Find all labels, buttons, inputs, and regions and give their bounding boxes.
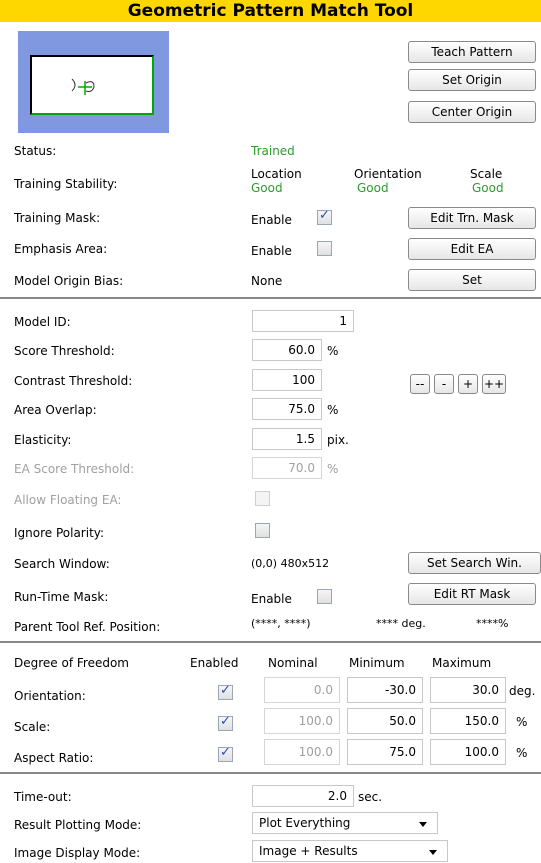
dof-nominal-input[interactable]: 100.0 — [264, 708, 340, 734]
orientation-label: Orientation — [354, 167, 422, 181]
ea-score-threshold-input[interactable]: 70.0 — [252, 457, 322, 479]
scale-value: Good — [472, 181, 504, 195]
image-display-mode-value: Image + Results — [259, 844, 358, 858]
dof-minimum-input[interactable]: 75.0 — [347, 739, 423, 765]
decrement-button[interactable]: - — [434, 374, 454, 394]
increment-large-button[interactable]: ++ — [482, 374, 506, 394]
dof-header: Degree of Freedom — [14, 656, 129, 670]
dof-maximum-input[interactable]: 150.0 — [430, 708, 506, 734]
training-mask-checkbox[interactable] — [317, 208, 332, 225]
dof-row-label: Aspect Ratio: — [14, 751, 94, 765]
ea-score-threshold-label: EA Score Threshold: — [14, 462, 135, 476]
image-display-mode-select[interactable]: Image + Results — [252, 840, 448, 862]
score-threshold-input[interactable]: 60.0 — [252, 339, 322, 361]
elasticity-label: Elasticity: — [14, 433, 72, 447]
set-origin-bias-button[interactable]: Set — [408, 269, 536, 291]
dof-enabled-checkbox[interactable] — [218, 683, 233, 700]
dof-maximum-input[interactable]: 30.0 — [430, 677, 506, 703]
search-window-value: (0,0) 480x512 — [251, 557, 330, 570]
image-display-mode-label: Image Display Mode: — [14, 846, 141, 860]
result-plotting-mode-value: Plot Everything — [259, 816, 351, 830]
scale-label: Scale — [470, 167, 503, 181]
result-plotting-mode-select[interactable]: Plot Everything — [252, 812, 438, 834]
divider — [0, 772, 541, 774]
teach-pattern-button[interactable]: Teach Pattern — [408, 41, 536, 63]
score-threshold-label: Score Threshold: — [14, 344, 115, 358]
pattern-glyph-icon — [71, 78, 95, 95]
edit-trn-mask-button[interactable]: Edit Trn. Mask — [408, 207, 536, 229]
chevron-down-icon — [429, 850, 437, 855]
dof-col-minimum: Minimum — [349, 656, 405, 670]
ea-score-threshold-unit: % — [327, 462, 339, 476]
timeout-input[interactable]: 2.0 — [252, 785, 354, 807]
center-origin-button[interactable]: Center Origin — [408, 101, 536, 123]
dof-col-maximum: Maximum — [432, 656, 492, 670]
divider — [0, 297, 541, 299]
dof-minimum-input[interactable]: -30.0 — [347, 677, 423, 703]
increment-button[interactable]: + — [458, 374, 478, 394]
dof-unit: % — [516, 746, 528, 760]
pattern-preview[interactable] — [18, 31, 169, 133]
dof-nominal-input[interactable]: 100.0 — [264, 739, 340, 765]
dof-maximum-input[interactable]: 100.0 — [430, 739, 506, 765]
emphasis-area-checkbox[interactable] — [317, 241, 332, 256]
orientation-value: Good — [357, 181, 389, 195]
dof-unit: deg. — [509, 684, 536, 698]
pattern-image — [30, 55, 154, 115]
ignore-polarity-label: Ignore Polarity: — [14, 526, 105, 540]
ignore-polarity-checkbox[interactable] — [255, 523, 270, 538]
dof-enabled-checkbox[interactable] — [218, 745, 233, 762]
emphasis-area-label: Emphasis Area: — [14, 242, 108, 256]
timeout-unit: sec. — [358, 790, 383, 804]
area-overlap-input[interactable]: 75.0 — [252, 398, 322, 420]
timeout-label: Time-out: — [14, 790, 72, 804]
dof-nominal-input[interactable]: 0.0 — [264, 677, 340, 703]
model-id-label: Model ID: — [14, 315, 71, 329]
dof-row-label: Orientation: — [14, 689, 86, 703]
decrement-large-button[interactable]: -- — [410, 374, 430, 394]
dof-unit: % — [516, 715, 528, 729]
edit-ea-button[interactable]: Edit EA — [408, 238, 536, 260]
dof-enabled-checkbox[interactable] — [218, 714, 233, 731]
score-threshold-unit: % — [327, 344, 339, 358]
dof-row-label: Scale: — [14, 720, 51, 734]
status-label: Status: — [14, 144, 57, 158]
result-plotting-mode-label: Result Plotting Mode: — [14, 818, 142, 832]
run-time-mask-enable-label: Enable — [251, 592, 292, 606]
dof-col-enabled: Enabled — [190, 656, 239, 670]
allow-floating-ea-checkbox[interactable] — [255, 491, 270, 506]
location-value: Good — [251, 181, 283, 195]
area-overlap-label: Area Overlap: — [14, 403, 97, 417]
status-value: Trained — [251, 144, 295, 158]
dof-col-nominal: Nominal — [268, 656, 318, 670]
edit-rt-mask-button[interactable]: Edit RT Mask — [408, 583, 536, 605]
run-time-mask-label: Run-Time Mask: — [14, 590, 109, 604]
training-stability-label: Training Stability: — [14, 177, 118, 191]
chevron-down-icon — [419, 822, 427, 827]
set-search-window-button[interactable]: Set Search Win. — [408, 552, 541, 574]
area-overlap-unit: % — [327, 403, 339, 417]
location-label: Location — [251, 167, 302, 181]
dof-minimum-input[interactable]: 50.0 — [347, 708, 423, 734]
set-origin-button[interactable]: Set Origin — [408, 69, 536, 91]
search-window-label: Search Window: — [14, 557, 110, 571]
model-id-input[interactable]: 1 — [252, 310, 354, 332]
contrast-threshold-label: Contrast Threshold: — [14, 374, 133, 388]
parent-position-value: (****, ****) — [251, 617, 311, 630]
emphasis-enable-label: Enable — [251, 244, 292, 258]
training-mask-label: Training Mask: — [14, 211, 101, 225]
model-origin-bias-label: Model Origin Bias: — [14, 274, 124, 288]
parent-percent-value: ****% — [476, 617, 509, 630]
elasticity-input[interactable]: 1.5 — [252, 428, 322, 450]
allow-floating-ea-label: Allow Floating EA: — [14, 493, 122, 507]
contrast-threshold-input[interactable]: 100 — [252, 369, 322, 391]
training-mask-enable-label: Enable — [251, 213, 292, 227]
tool-title: Geometric Pattern Match Tool — [0, 0, 541, 22]
parent-tool-ref-label: Parent Tool Ref. Position: — [14, 620, 161, 634]
parent-degree-value: **** deg. — [376, 617, 426, 630]
model-origin-bias-value: None — [251, 274, 283, 288]
divider — [0, 641, 541, 643]
elasticity-unit: pix. — [327, 433, 349, 447]
run-time-mask-checkbox[interactable] — [317, 589, 332, 604]
